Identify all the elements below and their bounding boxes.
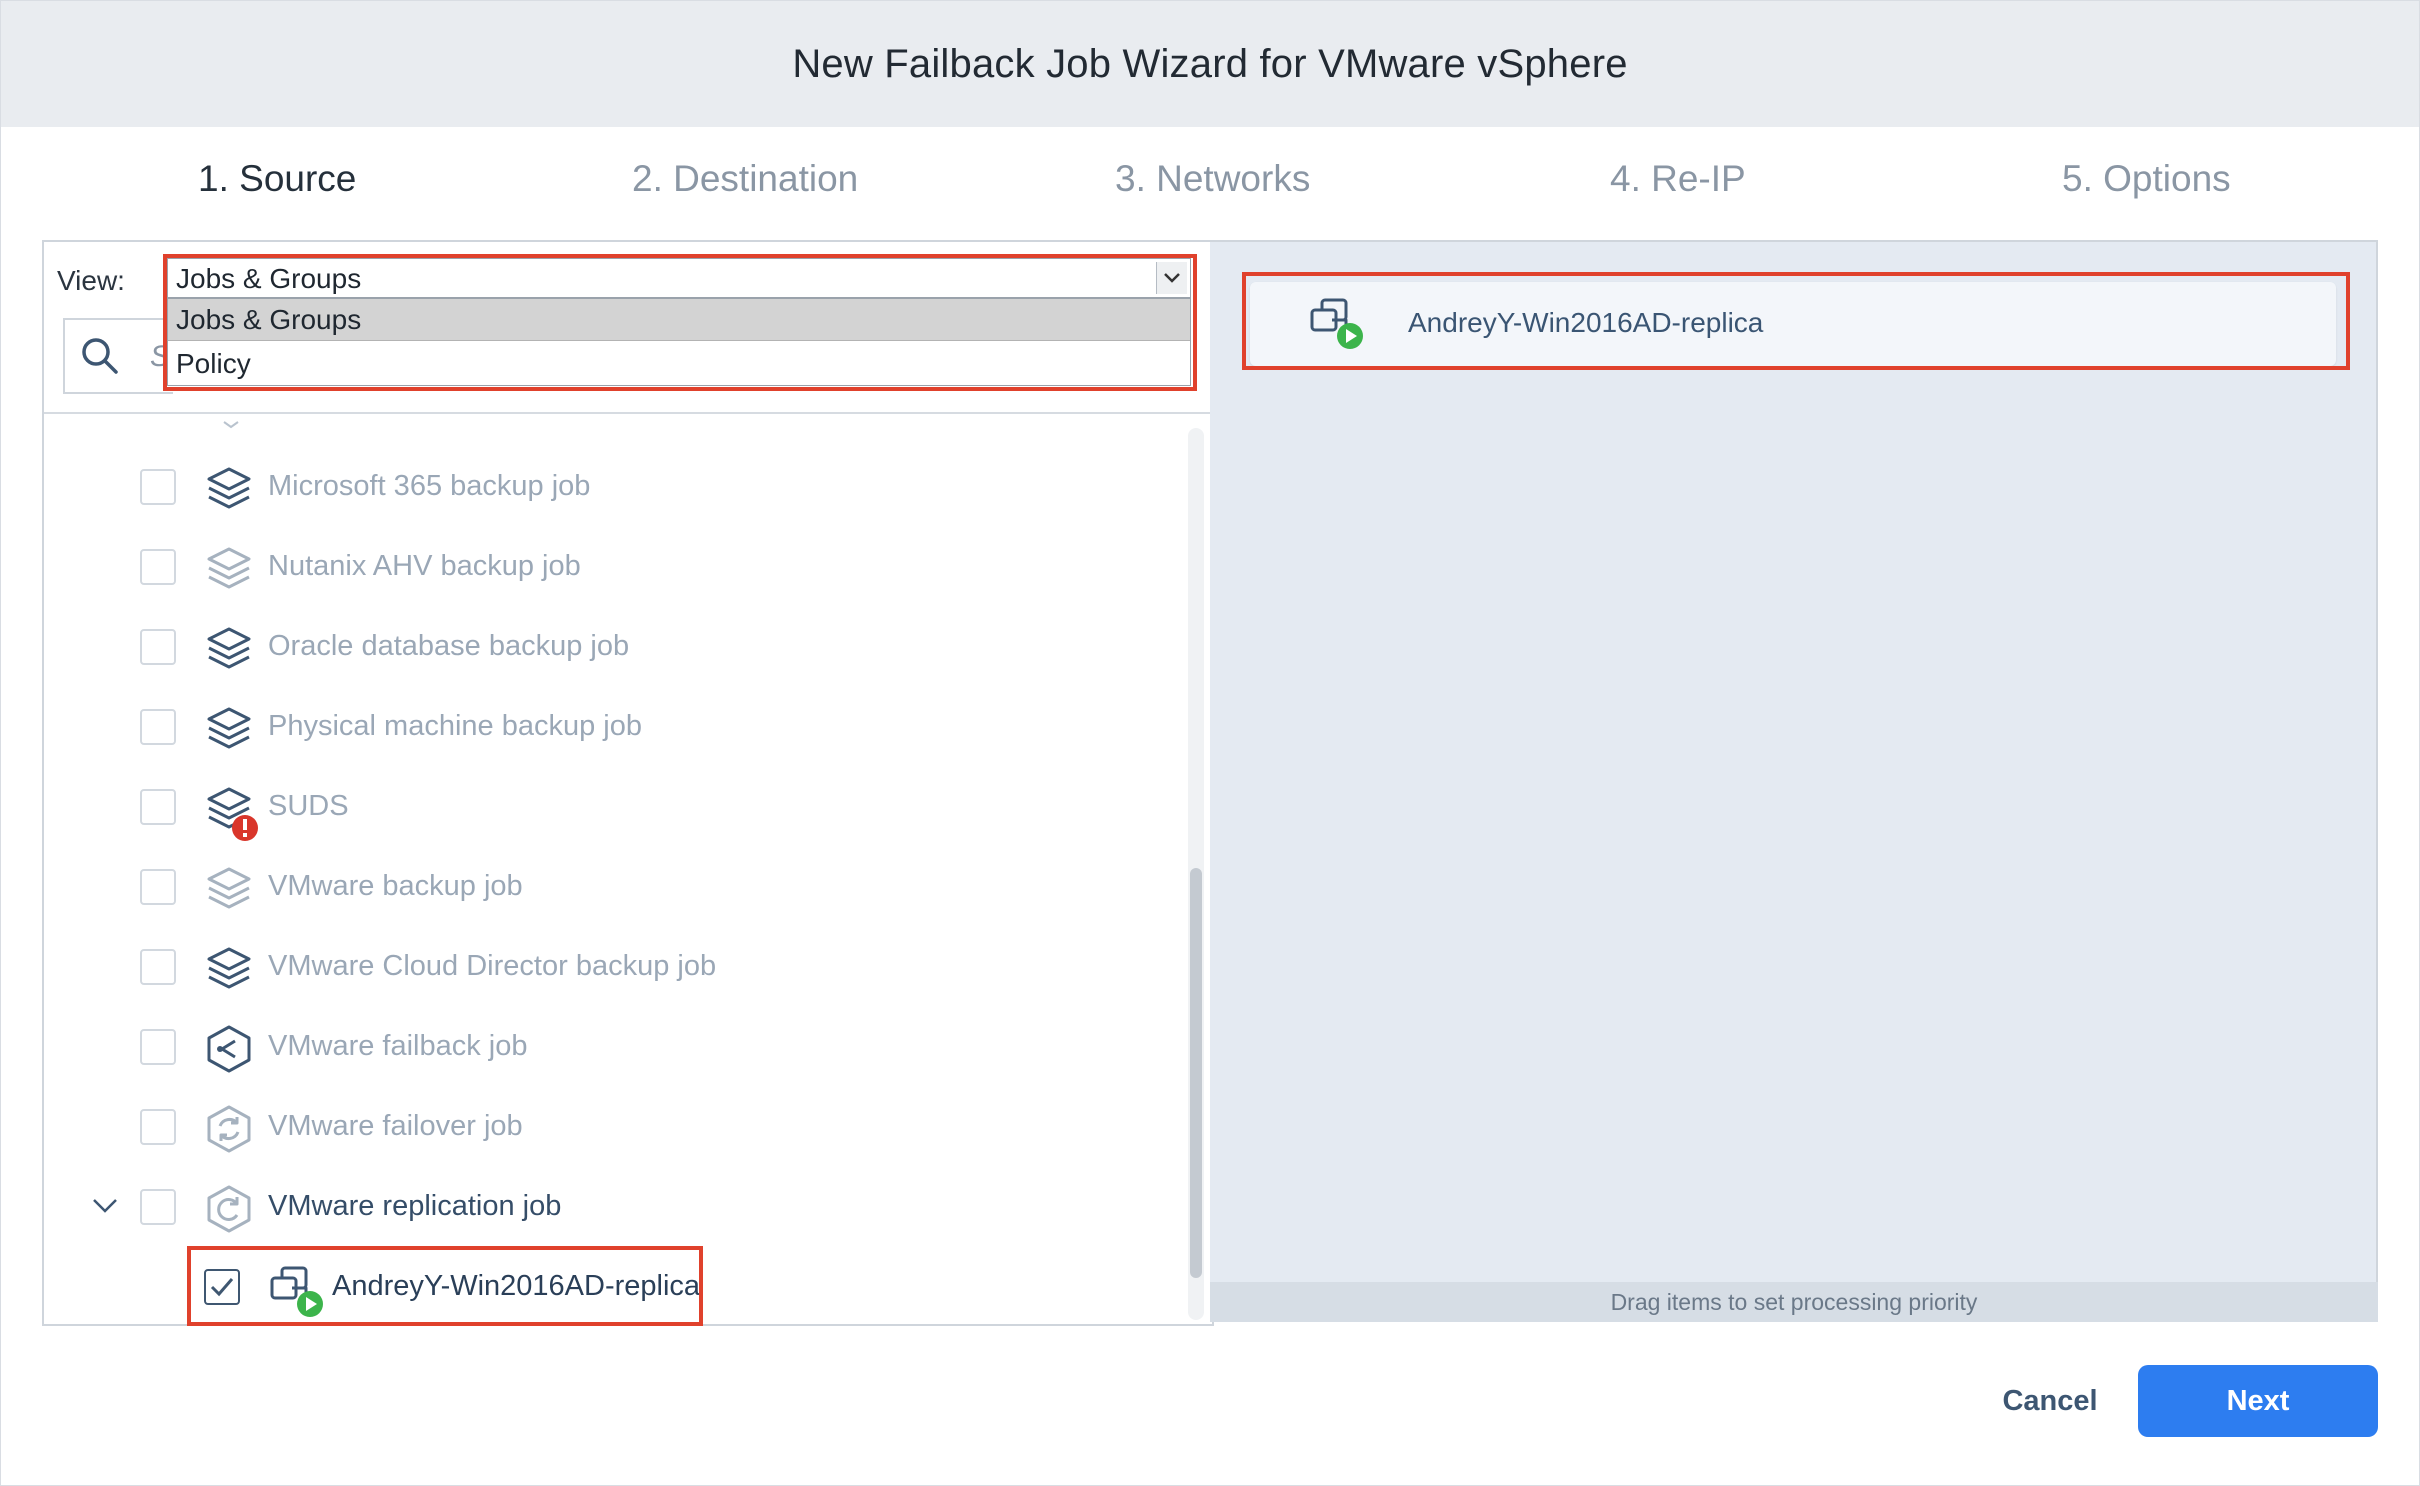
checkbox[interactable] (140, 469, 176, 505)
drag-hint-text: Drag items to set processing priority (1610, 1288, 1978, 1315)
tree-item-label: Oracle database backup job (268, 630, 630, 662)
checkbox[interactable] (140, 869, 176, 905)
tree-item-suds[interactable]: SUDS (0, 778, 1180, 841)
tree-item-label: Microsoft 365 backup job (268, 470, 591, 502)
checkbox[interactable] (140, 1029, 176, 1065)
tree-item-label: VMware replication job (268, 1190, 562, 1222)
dropdown-option-policy[interactable]: Policy (168, 343, 1190, 385)
backup-job-icon (204, 864, 254, 914)
chevron-down-icon[interactable] (92, 1198, 118, 1219)
backup-job-icon (204, 704, 254, 754)
tree-item-label: VMware failover job (268, 1110, 523, 1142)
backup-job-icon (204, 624, 254, 674)
tree-item-label: Physical machine backup job (268, 710, 642, 742)
selected-items-panel (1210, 240, 2378, 1322)
tree-item-replica[interactable]: AndreyY-Win2016AD-replica (0, 1258, 1180, 1318)
tree-item-nutanix[interactable]: Nutanix AHV backup job (0, 538, 1180, 598)
step-options[interactable]: 5. Options (2062, 158, 2231, 200)
checkbox[interactable] (140, 629, 176, 665)
vm-replica-running-icon (1308, 296, 1368, 357)
tree-item-label: VMware Cloud Director backup job (268, 950, 717, 982)
tree-item-vmware-backup[interactable]: VMware backup job (0, 858, 1180, 918)
checkbox[interactable] (140, 549, 176, 585)
backup-job-icon (204, 544, 254, 594)
replication-job-icon (204, 1184, 254, 1234)
checkbox[interactable] (140, 789, 176, 825)
tree-item-label: VMware failback job (268, 1030, 528, 1062)
tree-item-vmware-replication[interactable]: VMware replication job (0, 1178, 1180, 1238)
checkbox[interactable] (140, 949, 176, 985)
view-label: View: (57, 265, 125, 296)
tree-item-oracle[interactable]: Oracle database backup job (0, 618, 1180, 678)
wizard-header: New Failback Job Wizard for VMware vSphe… (1, 1, 2419, 127)
backup-job-icon (204, 464, 254, 514)
tree-item-label: AndreyY-Win2016AD-replica (332, 1270, 701, 1302)
checkbox[interactable] (140, 709, 176, 745)
step-re-ip[interactable]: 4. Re-IP (1610, 158, 1746, 200)
tree-item-label: VMware backup job (268, 870, 523, 902)
view-dropdown-list: Jobs & Groups Policy (167, 298, 1191, 386)
selected-item-label: AndreyY-Win2016AD-replica (1408, 307, 1764, 338)
dropdown-option-jobs-groups[interactable]: Jobs & Groups (168, 299, 1190, 341)
failback-job-icon (204, 1024, 254, 1074)
failover-job-icon (204, 1104, 254, 1154)
panel-divider (44, 412, 1210, 414)
tree-item-physical[interactable]: Physical machine backup job (0, 698, 1180, 758)
wizard-steps: 1. Source 2. Destination 3. Networks 4. … (0, 158, 2420, 210)
cancel-button[interactable]: Cancel (1980, 1366, 2120, 1436)
drag-hint-bar: Drag items to set processing priority (1210, 1282, 2378, 1322)
chevron-down-icon (223, 421, 239, 429)
tree-item-label: Nutanix AHV backup job (268, 550, 581, 582)
next-button[interactable]: Next (2138, 1365, 2378, 1437)
checkbox[interactable] (140, 1109, 176, 1145)
tree-item-microsoft365[interactable]: Microsoft 365 backup job (0, 458, 1180, 518)
check-icon (210, 1278, 234, 1297)
step-networks[interactable]: 3. Networks (1115, 158, 1310, 200)
scrollbar-thumb[interactable] (1190, 868, 1202, 1278)
view-select-value: Jobs & Groups (176, 263, 362, 294)
backup-job-error-icon (204, 784, 258, 841)
step-source[interactable]: 1. Source (198, 158, 356, 200)
backup-job-icon (204, 944, 254, 994)
checkbox[interactable] (140, 1189, 176, 1225)
selected-item[interactable]: AndreyY-Win2016AD-replica (1250, 282, 2336, 366)
tree-item-label: SUDS (268, 790, 349, 822)
tree-item-vmware-failback[interactable]: VMware failback job (0, 1018, 1180, 1078)
step-destination[interactable]: 2. Destination (632, 158, 858, 200)
search-icon (80, 336, 120, 381)
tree-item-vmware-failover[interactable]: VMware failover job (0, 1098, 1180, 1158)
tree-item-vmware-cloud-director[interactable]: VMware Cloud Director backup job (0, 938, 1180, 998)
view-select[interactable]: Jobs & Groups (167, 258, 1191, 298)
chevron-down-icon[interactable] (1156, 262, 1187, 294)
vm-replica-running-icon (268, 1264, 328, 1324)
wizard-title: New Failback Job Wizard for VMware vSphe… (792, 41, 1628, 86)
checkbox-checked[interactable] (204, 1269, 240, 1305)
